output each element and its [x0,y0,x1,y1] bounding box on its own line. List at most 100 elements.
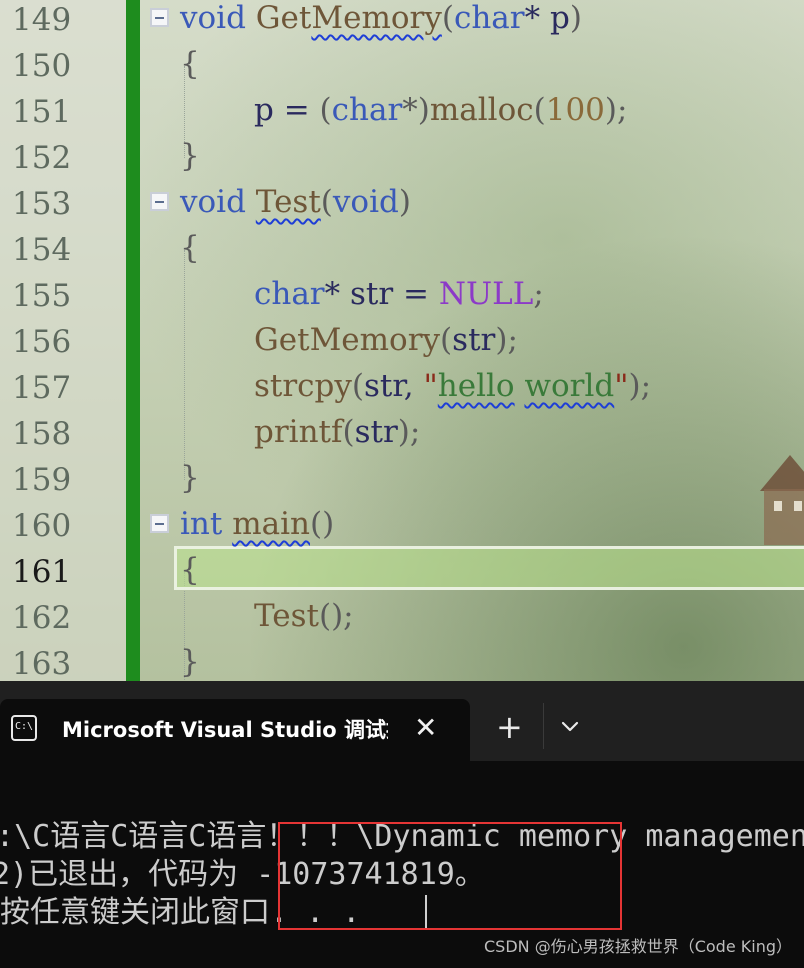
code-token: { [180,552,200,588]
code-token: ); [604,92,628,128]
code-token: hello [437,368,515,404]
code-token: Memory [311,0,442,36]
new-tab-button[interactable]: + [496,709,523,745]
code-token: ) [398,184,411,220]
code-token: " [614,368,629,404]
code-token: ( [441,0,454,36]
code-line[interactable]: 151 p = (char*)malloc(100); [0,92,804,138]
code-editor[interactable]: 149 void GetMemory(char* p) 150{151 p = (ch… [0,0,804,681]
line-number: 151 [12,94,72,130]
collapse-icon[interactable] [150,8,169,27]
code-token: printf [254,414,343,450]
code-line[interactable]: 155 char* str = NULL; [0,276,804,322]
code-token: str [354,414,398,450]
code-text: { [180,230,200,266]
code-line[interactable]: 152} [0,138,804,184]
collapse-icon[interactable] [150,192,169,211]
watermark: CSDN @伤心男孩拯救世界（Code King） [484,937,792,956]
line-number: 155 [12,278,72,314]
terminal-tab-bar: C:\ Microsoft Visual Studio 调试控制台 ✕ + [0,681,804,761]
code-text: { [180,46,200,82]
terminal-tab[interactable]: C:\ Microsoft Visual Studio 调试控制台 ✕ [0,699,470,761]
code-token: str [452,322,496,358]
code-text: } [180,460,200,496]
line-number: 153 [12,186,72,222]
line-number: 154 [12,232,72,268]
code-line[interactable]: 156 GetMemory(str); [0,322,804,368]
code-token: ( [319,92,332,128]
code-line[interactable]: 154 { [0,230,804,276]
code-token: } [180,644,200,680]
code-line[interactable]: 157 strcpy(str, "hello world"); [0,368,804,414]
line-number: 163 [12,646,72,681]
code-line[interactable]: 158 printf(str); [0,414,804,460]
code-token: void [332,184,399,220]
line-number: 161 [12,554,72,590]
code-token: } [180,138,200,174]
code-token: * p [524,0,570,36]
code-line[interactable]: 163} [0,644,804,681]
code-token: 100 [545,92,605,128]
code-token: ( [351,368,365,404]
line-number: 156 [12,324,72,360]
code-token: * str = [324,276,439,312]
code-token: ); [628,368,652,404]
code-text: } [180,644,200,680]
code-token: ( [342,414,355,450]
code-token: *) [402,92,430,128]
code-text: char* str = NULL; [254,276,544,312]
line-number: 152 [12,140,72,176]
code-line[interactable]: 159} [0,460,804,506]
code-token: Test [254,598,319,634]
code-line[interactable]: 162 Test(); [0,598,804,644]
line-number: 157 [12,370,72,406]
code-line[interactable]: 149 void GetMemory(char* p) [0,0,804,46]
chevron-down-icon[interactable] [560,717,580,737]
code-token: int [180,506,223,542]
console-icon: C:\ [11,715,37,741]
code-text: GetMemory(str); [254,322,518,358]
line-number: 159 [12,462,72,498]
code-text: } [180,138,200,174]
code-token: char [453,0,525,36]
code-token: { [180,46,200,82]
code-text: void GetMemory(char* p) [180,0,582,36]
code-token: " [423,368,438,404]
line-number: 162 [12,600,72,636]
code-text: Test(); [254,598,354,634]
code-token: str, [364,368,424,404]
close-icon[interactable]: ✕ [414,713,437,743]
code-text: printf(str); [254,414,420,450]
line-number: 160 [12,508,72,544]
code-text: int main() [180,506,334,542]
code-token: ; [533,276,544,312]
code-token: char [254,276,325,312]
code-text: strcpy(str, "hello world"); [254,368,651,404]
code-token: ); [397,414,421,450]
line-number: 150 [12,48,72,84]
code-token: world [524,368,615,404]
code-token: Test [255,184,321,220]
code-line[interactable]: 150 { [0,46,804,92]
code-token: p = [254,92,320,128]
code-token: NULL [438,276,534,312]
collapse-icon[interactable] [150,514,169,533]
line-number: 149 [12,2,72,38]
line-number: 158 [12,416,72,452]
tab-title: Microsoft Visual Studio 调试控制台 [62,718,388,742]
code-line[interactable]: 161 { [0,552,804,598]
code-text: { [180,552,200,588]
tab-separator [543,703,544,749]
code-line[interactable]: 153 void Test(void) [0,184,804,230]
annotation-highlight-box [278,822,622,930]
code-token: ( [440,322,453,358]
code-text: p = (char*)malloc(100); [254,92,627,128]
code-line[interactable]: 160 int main() [0,506,804,552]
code-token: void [180,184,246,220]
code-text: void Test(void) [180,184,411,220]
code-token: (); [318,598,354,634]
code-token: ( [533,92,546,128]
